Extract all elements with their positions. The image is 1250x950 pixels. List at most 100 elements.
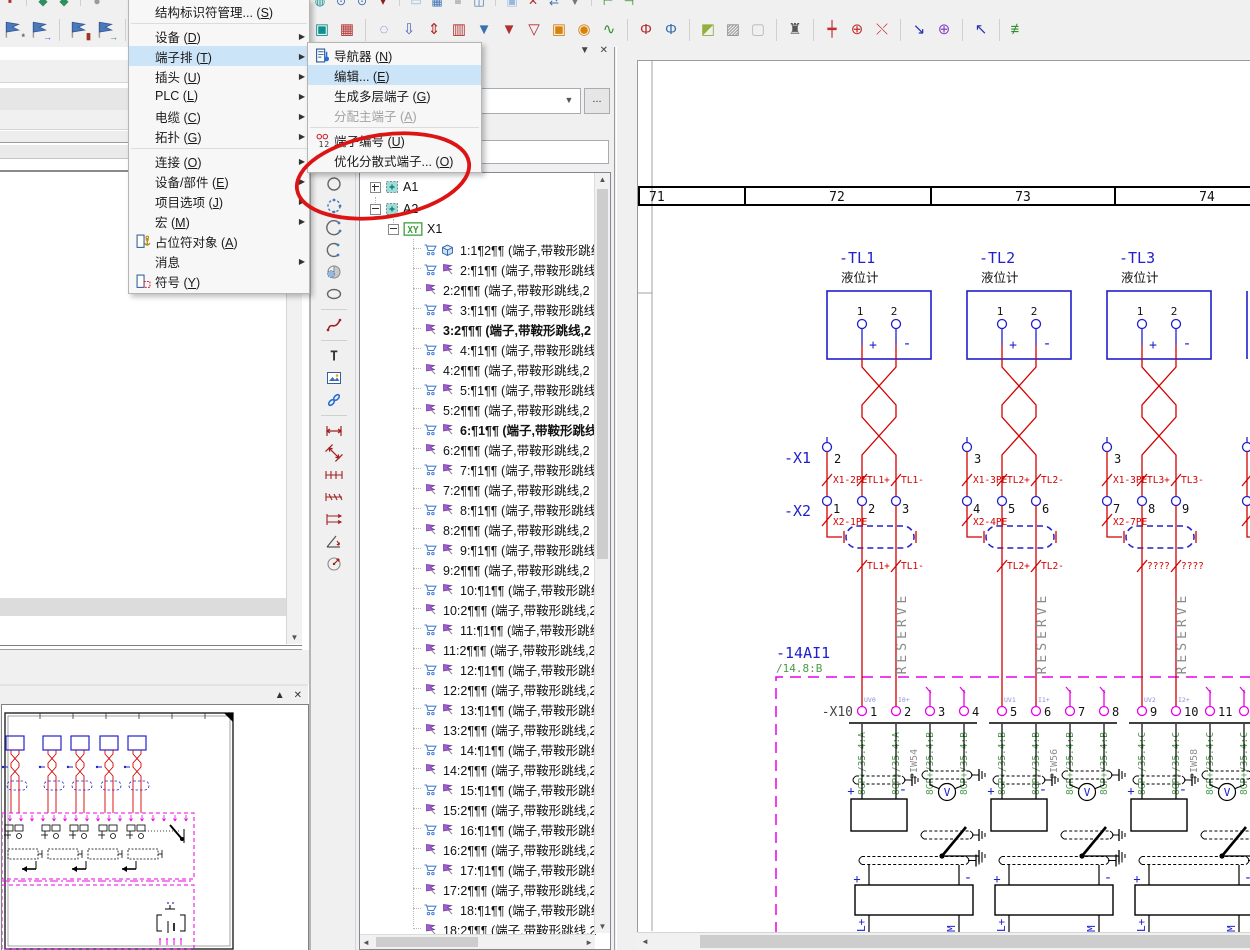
tree-row[interactable]: 7:¶1¶¶ (端子,带鞍形跳线,2 — [413, 459, 607, 479]
scroll-up-icon[interactable]: ▲ — [595, 175, 610, 184]
toolbar-mini-icon[interactable]: ◫ — [471, 0, 487, 7]
scroll-down-icon[interactable]: ▼ — [287, 633, 302, 642]
tree-row[interactable]: 15:¶1¶¶ (端子,带鞍形跳线,2 — [413, 779, 611, 799]
tree-row[interactable]: 17:2¶¶¶ (端子,带鞍形跳线,2 — [413, 879, 597, 899]
submenu-item-分配主端子[interactable]: 分配主端子 (A) — [308, 105, 481, 125]
submenu-item-优化分散式端子[interactable]: 优化分散式端子... (O) — [308, 150, 481, 170]
dimension-baseline-icon[interactable] — [322, 510, 346, 528]
scroll-thumb[interactable] — [376, 937, 478, 947]
tree-horizontal-scrollbar[interactable]: ◄► — [360, 934, 595, 949]
filter-more-button[interactable]: ... — [584, 88, 610, 114]
collapse-icon[interactable] — [370, 204, 381, 215]
toolbar-mini-icon[interactable]: ⊙ — [354, 0, 370, 7]
expand-icon[interactable] — [370, 182, 381, 193]
preview-collapse-icon[interactable]: ▲ — [275, 690, 285, 701]
toolbar-mini-icon[interactable]: ● — [89, 0, 105, 7]
draw-spline-icon[interactable] — [322, 316, 346, 334]
menu-item-拓扑[interactable]: 拓扑 (G)▶ — [129, 126, 309, 146]
tree-row[interactable]: 11:2¶¶¶ (端子,带鞍形跳线,2 — [413, 639, 596, 659]
menu-item-占位符对象[interactable]: 占位符对象 (A) — [129, 231, 309, 251]
k-line-icon[interactable]: ↖ — [971, 22, 991, 37]
dimension-aligned-icon[interactable] — [322, 444, 346, 462]
tree-row[interactable]: 11:¶1¶¶ (端子,带鞍形跳线,2 — [413, 619, 611, 639]
toolbar-mini-icon[interactable]: ◍ — [312, 0, 328, 7]
toolbar-mini-icon[interactable]: ⊢ — [600, 0, 616, 7]
submenu-item-编辑[interactable]: 编辑... (E) — [308, 65, 481, 85]
menu-item-插头[interactable]: 插头 (U)▶ — [129, 66, 309, 86]
dimension-angle-icon[interactable] — [322, 532, 346, 550]
toolbar-mini-icon[interactable]: ⊣ — [621, 0, 637, 7]
device-table-icon[interactable]: ▦ — [337, 22, 357, 37]
toolbar-mini-icon[interactable]: ◆ — [35, 0, 51, 7]
menu-item-结构标识符管理[interactable]: 结构标识符管理... (S) — [129, 1, 309, 21]
tree-row[interactable]: 7:2¶¶¶ (端子,带鞍形跳线,2 — [413, 479, 590, 499]
toolbar-mini-icon[interactable]: ▦ — [429, 0, 445, 7]
toolbar-mini-icon[interactable]: ◆ — [56, 0, 72, 7]
toolbar-mini-icon[interactable]: ✕ — [525, 0, 541, 7]
insert-hyperlink-icon[interactable] — [322, 391, 346, 409]
menu-item-设备[interactable]: 设备 (D)▶ — [129, 26, 309, 46]
scroll-right-icon[interactable]: ► — [585, 938, 593, 947]
draw-circle-icon[interactable] — [322, 175, 346, 193]
tree-row[interactable]: 3:2¶¶¶ (端子,带鞍形跳线,2 — [413, 319, 591, 339]
navigator-menu-icon[interactable]: ▼ — [580, 45, 590, 56]
tree-row[interactable]: 6:¶1¶¶ (端子,带鞍形跳线,2 — [413, 419, 608, 439]
menu-item-项目选项[interactable]: 项目选项 (J)▶ — [129, 191, 309, 211]
menu-item-电缆[interactable]: 电缆 (C)▶ — [129, 106, 309, 126]
dimension-linear-icon[interactable] — [322, 422, 346, 440]
chevron-down-icon[interactable]: ▼ — [560, 91, 578, 109]
triple-wire-icon[interactable]: ┿ — [822, 22, 842, 37]
tree-row[interactable]: 3:¶1¶¶ (端子,带鞍形跳线,2 — [413, 299, 607, 319]
draw-arc2-icon[interactable] — [322, 241, 346, 259]
tree-row[interactable]: 2:2¶¶¶ (端子,带鞍形跳线,2 — [413, 279, 590, 299]
menu-item-宏[interactable]: 宏 (M)▶ — [129, 211, 309, 231]
tree-row[interactable]: 1:1¶2¶¶ (端子,带鞍形跳线,2 — [413, 239, 611, 259]
tree-row[interactable]: 4:2¶¶¶ (端子,带鞍形跳线,2 — [413, 359, 590, 379]
menu-item-端子排[interactable]: 端子排 (T)▶ — [129, 46, 309, 66]
tree-row[interactable]: 17:¶1¶¶ (端子,带鞍形跳线,2 — [413, 859, 611, 879]
toolbar-mini-icon[interactable]: ⇄ — [546, 0, 562, 7]
schematic-canvas[interactable]: 71727374-X1-X2-14AI1/14.8:B-X10-TL1液位计12… — [637, 60, 1250, 933]
angle-blue-icon[interactable]: ↘ — [909, 22, 929, 37]
multi-column-icon[interactable]: ▥ — [449, 22, 469, 37]
tree-row[interactable]: 12:¶1¶¶ (端子,带鞍形跳线,2 — [413, 659, 611, 679]
tree-row[interactable]: A1 — [370, 177, 418, 197]
tree-row[interactable]: 8:¶1¶¶ (端子,带鞍形跳线,2 — [413, 499, 607, 519]
menu-item-符号[interactable]: 符号 (Y) — [129, 271, 309, 291]
toolbar-mini-icon[interactable]: ▼ — [567, 0, 583, 7]
submenu-item-生成多层端子[interactable]: 生成多层端子 (G) — [308, 85, 481, 105]
navigator-close-icon[interactable]: ✕ — [600, 45, 608, 56]
draw-arc-icon[interactable] — [322, 219, 346, 237]
tree-row[interactable]: 15:2¶¶¶ (端子,带鞍形跳线,2 — [413, 799, 597, 819]
filter-clear-icon[interactable]: ▽ — [524, 22, 544, 37]
tree-row[interactable]: 2:¶1¶¶ (端子,带鞍形跳线,2 — [413, 259, 607, 279]
toolbar-mini-icon[interactable]: ▾ — [375, 0, 391, 7]
new-device-icon[interactable]: ▣ — [312, 22, 332, 37]
target-purple-icon[interactable]: ⊕ — [934, 22, 954, 37]
menu-item-消息[interactable]: 消息▶ — [129, 251, 309, 271]
collapse-icon[interactable] — [388, 224, 399, 235]
menu-item-PLC[interactable]: PLC (L)▶ — [129, 86, 309, 106]
submenu-item-端子编号[interactable]: 12端子编号 (U) — [308, 130, 481, 150]
menu-item-设备部件[interactable]: 设备/部件 (E)▶ — [129, 171, 309, 191]
hatch-icon[interactable]: ▨ — [723, 22, 743, 37]
tree-row[interactable]: A2 — [370, 199, 418, 219]
project-settings-flag-icon[interactable]: * — [2, 20, 24, 40]
tree-row[interactable]: 16:¶1¶¶ (端子,带鞍形跳线,2 — [413, 819, 611, 839]
draw-sector-icon[interactable] — [322, 263, 346, 281]
scroll-left-icon[interactable]: ◄ — [362, 938, 370, 947]
project-forward-flag-icon[interactable]: → — [29, 20, 51, 40]
insert-image-icon[interactable] — [322, 369, 346, 387]
stamp-icon[interactable]: ♜ — [785, 22, 805, 37]
tree-row[interactable]: 5:2¶¶¶ (端子,带鞍形跳线,2 — [413, 399, 590, 419]
coil-blue-icon[interactable]: Φ — [661, 22, 681, 37]
project-book-flag-icon[interactable]: ▮ — [68, 20, 90, 40]
toolbar-mini-icon[interactable]: ≡ — [450, 0, 466, 7]
tree-row[interactable]: 6:2¶¶¶ (端子,带鞍形跳线,2 — [413, 439, 590, 459]
tree-row[interactable]: 9:¶1¶¶ (端子,带鞍形跳线,2 — [413, 539, 607, 559]
tree-row[interactable]: 10:¶1¶¶ (端子,带鞍形跳线,2 — [413, 579, 611, 599]
tree-row[interactable]: 14:¶1¶¶ (端子,带鞍形跳线,2 — [413, 739, 611, 759]
submenu-item-导航器[interactable]: 导航器 (N) — [308, 45, 481, 65]
tree-row[interactable]: 5:¶1¶¶ (端子,带鞍形跳线,2 — [413, 379, 607, 399]
tree-row[interactable]: 10:2¶¶¶ (端子,带鞍形跳线,2 — [413, 599, 597, 619]
